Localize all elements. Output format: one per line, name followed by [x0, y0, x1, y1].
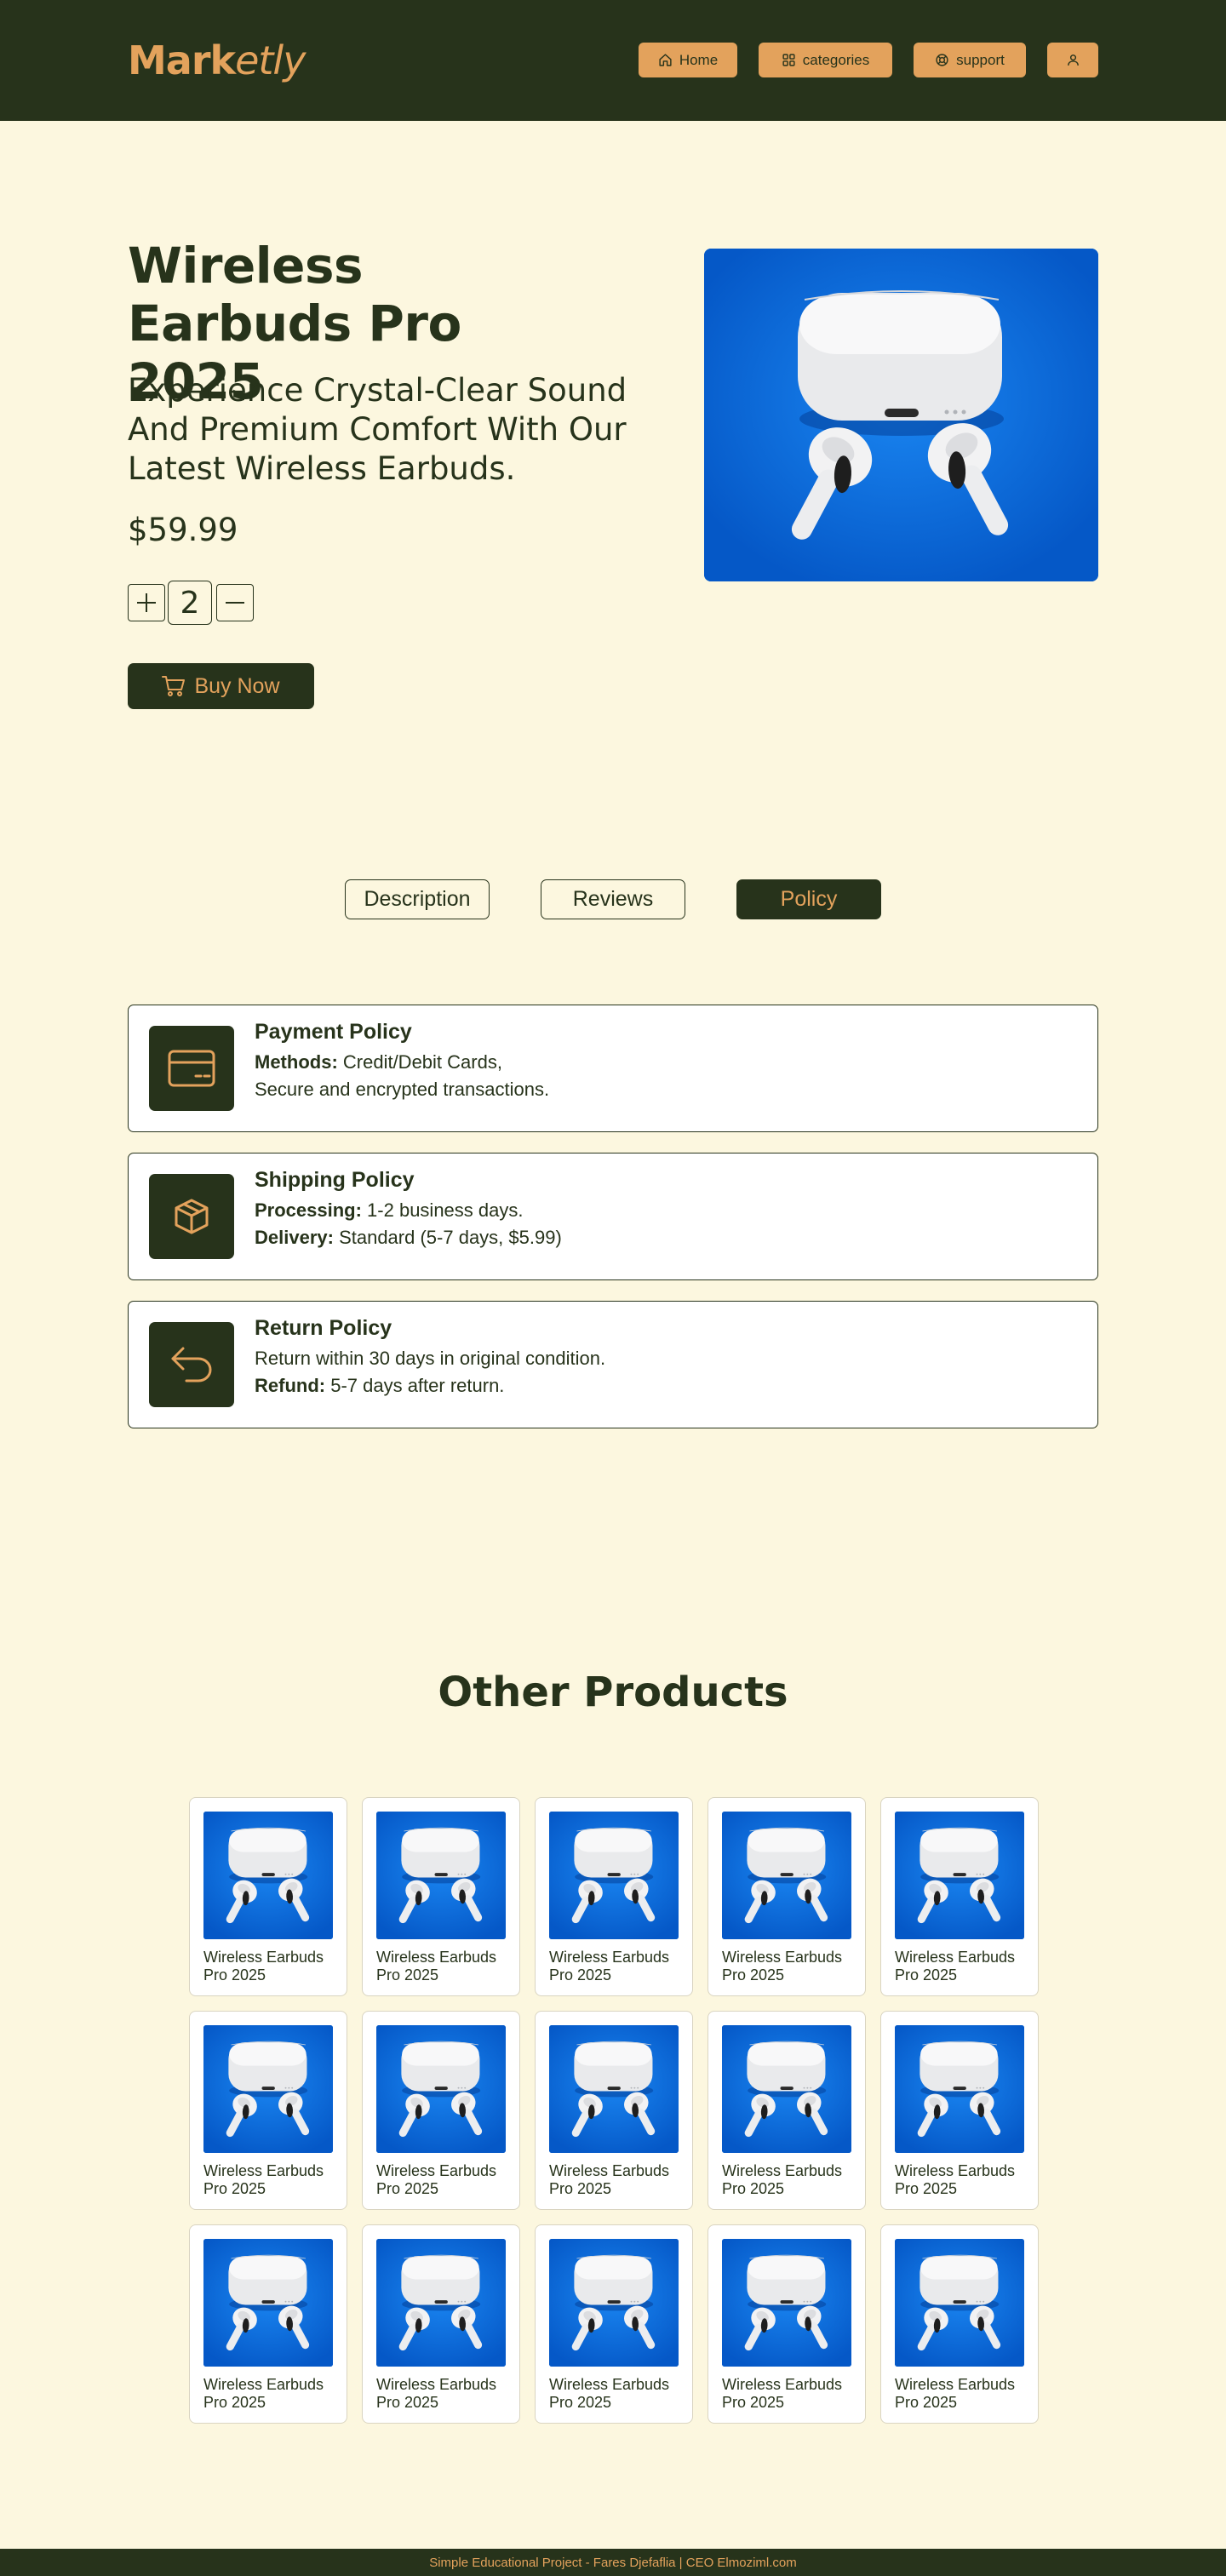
product-thumbnail [722, 1812, 851, 1939]
brand-logo[interactable]: Marketly [128, 37, 306, 83]
product-card-name: Wireless Earbuds Pro 2025 [376, 1949, 497, 1984]
payment-methods-label: Methods: [255, 1051, 338, 1073]
product-card[interactable]: Wireless Earbuds Pro 2025 [189, 2011, 347, 2210]
grid-icon [782, 54, 795, 66]
shipping-policy-delivery: Delivery: Standard (5-7 days, $5.99) [255, 1227, 562, 1249]
credit-card-icon [149, 1026, 234, 1111]
product-card[interactable]: Wireless Earbuds Pro 2025 [189, 2224, 347, 2424]
product-card-name: Wireless Earbuds Pro 2025 [549, 2376, 670, 2411]
product-thumbnail [376, 2239, 506, 2367]
product-thumbnail [203, 2239, 333, 2367]
processing-label: Processing: [255, 1199, 362, 1221]
product-card[interactable]: Wireless Earbuds Pro 2025 [362, 1797, 520, 1996]
nav-support-label: support [956, 51, 1005, 68]
product-card-name: Wireless Earbuds Pro 2025 [722, 1949, 843, 1984]
return-policy-card: Return Policy Return within 30 days in o… [128, 1301, 1098, 1428]
product-card[interactable]: Wireless Earbuds Pro 2025 [708, 2224, 866, 2424]
product-image [704, 249, 1098, 581]
payment-policy-security: Secure and encrypted transactions. [255, 1079, 550, 1100]
nav-categories-button[interactable]: categories [759, 43, 892, 77]
user-icon [1067, 54, 1079, 66]
plus-icon [137, 593, 156, 612]
shipping-policy-processing: Processing: 1-2 business days. [255, 1199, 523, 1222]
product-card[interactable]: Wireless Earbuds Pro 2025 [535, 2011, 693, 2210]
other-products-title: Other Products [438, 1669, 788, 1716]
logo-text-bold: Mark [128, 37, 236, 83]
product-card-name: Wireless Earbuds Pro 2025 [722, 2376, 843, 2411]
logo-text-italic: etly [235, 37, 306, 83]
payment-policy-card: Payment Policy Methods: Credit/Debit Car… [128, 1005, 1098, 1132]
product-thumbnail [722, 2239, 851, 2367]
product-thumbnail [376, 1812, 506, 1939]
buy-now-button[interactable]: Buy Now [128, 663, 314, 709]
minus-icon [226, 602, 244, 604]
product-thumbnail [376, 2025, 506, 2153]
product-thumbnail [895, 2239, 1024, 2367]
quantity-increase-button[interactable] [128, 584, 165, 621]
product-card[interactable]: Wireless Earbuds Pro 2025 [362, 2224, 520, 2424]
delivery-label: Delivery: [255, 1227, 334, 1248]
tab-reviews[interactable]: Reviews [541, 879, 685, 919]
product-card-name: Wireless Earbuds Pro 2025 [376, 2376, 497, 2411]
product-card[interactable]: Wireless Earbuds Pro 2025 [880, 1797, 1039, 1996]
product-card-name: Wireless Earbuds Pro 2025 [203, 1949, 324, 1984]
site-footer: Simple Educational Project - Fares Djefa… [0, 2549, 1226, 2576]
return-arrow-icon [149, 1322, 234, 1407]
site-header: Marketly Home categories support [0, 0, 1226, 121]
nav-home-label: Home [679, 51, 719, 68]
shipping-policy-title: Shipping Policy [255, 1168, 415, 1192]
nav-support-button[interactable]: support [914, 43, 1026, 77]
product-thumbnail [549, 2239, 679, 2367]
product-card-name: Wireless Earbuds Pro 2025 [203, 2162, 324, 2197]
product-card[interactable]: Wireless Earbuds Pro 2025 [535, 1797, 693, 1996]
payment-methods-value: Credit/Debit Cards, [337, 1051, 502, 1073]
lifebuoy-icon [936, 54, 948, 66]
product-thumbnail [722, 2025, 851, 2153]
return-policy-title: Return Policy [255, 1316, 392, 1340]
product-price: $59.99 [128, 512, 238, 548]
product-thumbnail [203, 2025, 333, 2153]
package-icon [149, 1174, 234, 1259]
product-card-name: Wireless Earbuds Pro 2025 [722, 2162, 843, 2197]
buy-now-label: Buy Now [194, 673, 280, 698]
home-icon [659, 54, 672, 66]
product-thumbnail [203, 1812, 333, 1939]
cart-icon [162, 676, 186, 696]
processing-value: 1-2 business days. [361, 1199, 524, 1221]
product-thumbnail [895, 2025, 1024, 2153]
product-card-name: Wireless Earbuds Pro 2025 [895, 1949, 1016, 1984]
account-button[interactable] [1047, 43, 1098, 77]
product-card[interactable]: Wireless Earbuds Pro 2025 [362, 2011, 520, 2210]
product-thumbnail [549, 1812, 679, 1939]
nav-home-button[interactable]: Home [639, 43, 737, 77]
refund-value: 5-7 days after return. [325, 1375, 505, 1396]
product-subtitle: Experience Crystal-Clear Sound And Premi… [128, 372, 627, 487]
product-thumbnail [895, 1812, 1024, 1939]
product-card[interactable]: Wireless Earbuds Pro 2025 [189, 1797, 347, 1996]
product-card-name: Wireless Earbuds Pro 2025 [549, 2162, 670, 2197]
shipping-policy-card: Shipping Policy Processing: 1-2 business… [128, 1153, 1098, 1280]
product-card-name: Wireless Earbuds Pro 2025 [549, 1949, 670, 1984]
payment-policy-title: Payment Policy [255, 1020, 412, 1044]
payment-policy-methods: Methods: Credit/Debit Cards, [255, 1051, 502, 1073]
product-card-name: Wireless Earbuds Pro 2025 [376, 2162, 497, 2197]
product-card[interactable]: Wireless Earbuds Pro 2025 [880, 2224, 1039, 2424]
tab-policy[interactable]: Policy [736, 879, 881, 919]
product-card-name: Wireless Earbuds Pro 2025 [895, 2376, 1016, 2411]
product-card[interactable]: Wireless Earbuds Pro 2025 [880, 2011, 1039, 2210]
product-card-name: Wireless Earbuds Pro 2025 [203, 2376, 324, 2411]
return-policy-condition: Return within 30 days in original condit… [255, 1348, 606, 1369]
product-thumbnail [549, 2025, 679, 2153]
nav-categories-label: categories [802, 51, 870, 68]
delivery-value: Standard (5-7 days, $5.99) [333, 1227, 562, 1248]
tab-description[interactable]: Description [345, 879, 490, 919]
product-card[interactable]: Wireless Earbuds Pro 2025 [535, 2224, 693, 2424]
product-card-name: Wireless Earbuds Pro 2025 [895, 2162, 1016, 2197]
quantity-value[interactable]: 2 [168, 581, 212, 625]
quantity-decrease-button[interactable] [216, 584, 254, 621]
refund-label: Refund: [255, 1375, 326, 1396]
return-policy-refund: Refund: 5-7 days after return. [255, 1375, 504, 1397]
product-card[interactable]: Wireless Earbuds Pro 2025 [708, 2011, 866, 2210]
product-card[interactable]: Wireless Earbuds Pro 2025 [708, 1797, 866, 1996]
